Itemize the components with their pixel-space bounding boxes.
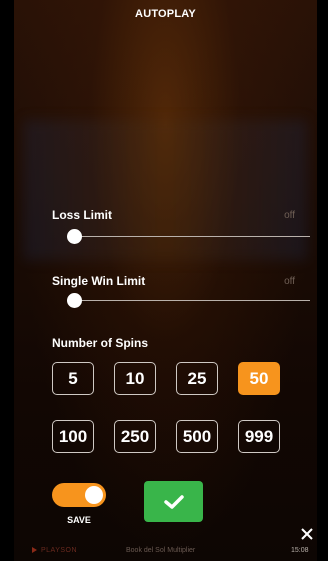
save-toggle[interactable]	[52, 483, 106, 507]
footer-clock: 15:08	[291, 547, 309, 554]
spin-option-50[interactable]: 50	[238, 362, 280, 395]
loss-limit-slider-track[interactable]	[74, 236, 310, 237]
spin-option-999[interactable]: 999	[238, 420, 280, 453]
save-toggle-knob	[85, 486, 103, 504]
single-win-limit-label: Single Win Limit	[52, 274, 146, 288]
loss-limit-value: off	[284, 210, 295, 221]
single-win-limit-slider-knob[interactable]	[67, 293, 82, 308]
footer-brand-text: PLAYSON	[41, 547, 78, 554]
loss-limit-label: Loss Limit	[52, 208, 113, 222]
spin-option-250[interactable]: 250	[114, 420, 156, 453]
close-button[interactable]	[299, 526, 315, 542]
spin-option-5[interactable]: 5	[52, 362, 94, 395]
spin-option-100[interactable]: 100	[52, 420, 94, 453]
checkmark-icon	[163, 494, 184, 509]
footer-game-title: Book del Sol Multiplier	[126, 547, 196, 554]
autoplay-panel: AUTOPLAY Loss Limit off Single Win Limit…	[14, 0, 317, 561]
footer-brand: PLAYSON	[32, 547, 77, 554]
loss-limit-slider-knob[interactable]	[67, 229, 82, 244]
page-title: AUTOPLAY	[135, 8, 196, 20]
spin-option-25[interactable]: 25	[176, 362, 218, 395]
save-label: SAVE	[67, 515, 91, 525]
number-of-spins-label: Number of Spins	[52, 336, 149, 350]
brand-logo-icon	[32, 547, 37, 554]
confirm-button[interactable]	[144, 481, 203, 522]
spin-option-10[interactable]: 10	[114, 362, 156, 395]
single-win-limit-value: off	[284, 276, 295, 287]
single-win-limit-slider-track[interactable]	[74, 300, 310, 301]
close-icon	[301, 528, 313, 540]
spin-option-500[interactable]: 500	[176, 420, 218, 453]
